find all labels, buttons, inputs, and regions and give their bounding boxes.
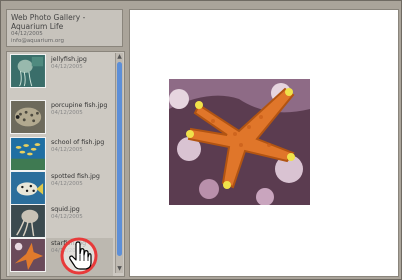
gallery-site: info@aquarium.org	[11, 38, 64, 44]
thumbnail-filename: jellyfish.jpg	[51, 56, 87, 63]
gallery-date: 04/12/2005	[11, 31, 43, 37]
thumbnail-filename: school of fish.jpg	[51, 139, 105, 146]
thumbnail-image[interactable]	[10, 238, 46, 272]
thumbnail-image[interactable]	[10, 137, 46, 171]
thumbnail-item-jellyfish[interactable]: jellyfish.jpg 04/12/2005	[9, 54, 113, 92]
thumbnail-date: 04/12/2005	[51, 147, 83, 153]
thumbnail-filename: spotted fish.jpg	[51, 173, 100, 180]
thumbnail-image[interactable]	[10, 204, 46, 238]
pointer-hand-icon	[60, 237, 98, 275]
scrollbar-thumb[interactable]	[117, 62, 122, 256]
gallery-title: Web Photo Gallery - Aquarium Life	[11, 13, 86, 31]
thumbnail-item-school-of-fish[interactable]: school of fish.jpg 04/12/2005	[9, 137, 113, 175]
thumbnail-scrollbar[interactable]: ▲ ▼	[115, 53, 123, 273]
thumbnail-filename: porcupine fish.jpg	[51, 102, 108, 109]
thumbnail-date: 04/12/2005	[51, 110, 83, 116]
scroll-up-arrow-icon[interactable]: ▲	[116, 53, 123, 61]
image-viewer	[129, 9, 399, 277]
scroll-down-arrow-icon[interactable]: ▼	[116, 265, 123, 273]
thumbnail-image[interactable]	[10, 171, 46, 205]
thumbnail-date: 04/12/2005	[51, 181, 83, 187]
thumbnail-date: 04/12/2005	[51, 64, 83, 70]
gallery-header: Web Photo Gallery - Aquarium Life 04/12/…	[6, 9, 123, 47]
thumbnail-item-porcupine-fish[interactable]: porcupine fish.jpg 04/12/2005	[9, 100, 113, 138]
thumbnail-image[interactable]	[10, 54, 46, 88]
thumbnail-date: 04/12/2005	[51, 214, 83, 220]
thumbnail-image[interactable]	[10, 100, 46, 134]
main-photo	[169, 79, 310, 205]
thumbnail-filename: squid.jpg	[51, 206, 80, 213]
